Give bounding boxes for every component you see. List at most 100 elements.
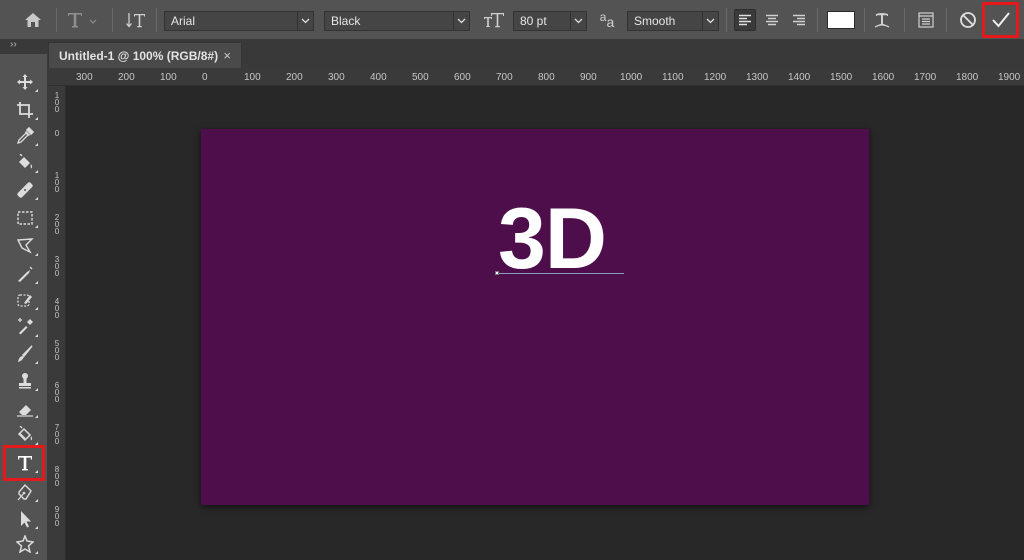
anti-alias-icon: aa <box>596 10 618 30</box>
chevron-down-icon[interactable] <box>297 12 313 30</box>
horizontal-ruler[interactable]: 300 200 100 0 100 200 300 400 500 600 70… <box>48 68 1024 86</box>
ruler-label: 700 <box>54 423 60 446</box>
font-style-value: Black <box>331 14 361 28</box>
move-tool[interactable] <box>12 70 38 94</box>
stamp-icon <box>19 373 31 389</box>
bandage-icon <box>17 182 33 198</box>
custom-shape-tool[interactable] <box>12 532 38 556</box>
ruler-label: 200 <box>54 213 60 236</box>
path-selection-tool[interactable] <box>12 507 38 531</box>
pen-tool[interactable] <box>12 480 38 504</box>
ruler-label: 500 <box>54 339 60 362</box>
ruler-label: 1100 <box>662 72 684 83</box>
text-baseline <box>496 273 624 274</box>
move-icon <box>17 74 33 90</box>
crop-tool[interactable] <box>12 98 38 122</box>
lasso-tool[interactable] <box>12 234 38 258</box>
eyedropper-icon <box>16 127 34 145</box>
toolbar-collapse-toggle[interactable]: ›› <box>0 40 48 54</box>
crop-icon <box>17 102 33 118</box>
align-center-button[interactable] <box>761 9 783 31</box>
anti-alias-value: Smooth <box>634 14 676 28</box>
text-layer[interactable]: 3D <box>498 189 607 289</box>
eraser-tool[interactable] <box>12 396 38 420</box>
commit-highlight-frame <box>982 2 1019 38</box>
eraser-icon <box>17 405 33 417</box>
object-selection-icon <box>17 294 32 307</box>
ruler-label: 600 <box>54 381 60 404</box>
collapse-glyph: ›› <box>10 39 17 50</box>
font-family-select[interactable]: Arial <box>164 11 314 31</box>
font-family-value: Arial <box>171 14 196 28</box>
eyedropper-tool[interactable] <box>12 124 38 148</box>
polygonal-lasso-icon <box>16 238 34 254</box>
chevron-down-icon[interactable] <box>453 12 469 30</box>
align-left-icon <box>739 14 751 26</box>
vertical-ruler[interactable]: 100 0 100 200 300 400 500 600 700 800 90… <box>48 86 66 560</box>
document-canvas[interactable]: 3D <box>201 129 869 505</box>
pen-icon <box>17 483 32 501</box>
ruler-label: 100 <box>54 171 60 194</box>
chevron-down-icon[interactable] <box>570 12 586 30</box>
ruler-label: 200 <box>286 72 303 83</box>
home-icon[interactable] <box>20 9 46 31</box>
tools-panel <box>0 54 48 560</box>
color-sampler-icon <box>18 318 33 335</box>
text-orientation-icon[interactable] <box>124 9 148 31</box>
ruler-label: 900 <box>580 72 597 83</box>
ruler-label: 300 <box>54 255 60 278</box>
anti-alias-select[interactable]: Smooth <box>627 11 719 31</box>
object-selection-tool[interactable] <box>12 288 38 312</box>
quick-selection-icon <box>18 266 33 282</box>
ruler-label: 800 <box>54 465 60 488</box>
text-color-swatch[interactable] <box>827 11 855 29</box>
font-size-select[interactable]: 80 pt <box>513 11 587 31</box>
pen-slant-tool[interactable] <box>12 262 38 286</box>
ruler-label: 900 <box>54 505 60 528</box>
ruler-label: 1900 <box>998 72 1021 83</box>
type-tool-preset-icon[interactable] <box>64 9 100 31</box>
ruler-label: 1700 <box>914 72 937 83</box>
warp-text-icon[interactable] <box>870 9 894 31</box>
ruler-label: 100 <box>244 72 261 83</box>
paint-bucket-tool[interactable] <box>12 151 38 175</box>
clone-stamp-tool[interactable] <box>12 369 38 393</box>
font-style-select[interactable]: Black <box>324 11 470 31</box>
color-sampler-tool[interactable] <box>12 315 38 339</box>
ruler-label: 400 <box>54 297 60 320</box>
ruler-label: 1600 <box>872 72 895 83</box>
ruler-label: 100 <box>160 72 177 83</box>
marquee-tool[interactable] <box>12 206 38 230</box>
text-anchor-point[interactable] <box>495 271 499 275</box>
align-right-button[interactable] <box>788 9 810 31</box>
brush-tool[interactable] <box>12 342 38 366</box>
healing-brush-tool[interactable] <box>12 178 38 202</box>
close-icon[interactable]: × <box>223 48 231 63</box>
font-size-icon <box>482 9 506 31</box>
brush-icon <box>18 345 33 362</box>
photoshop-window: Arial Black 80 pt aa Smooth ›› Untitled-… <box>0 0 1024 560</box>
cancel-edits-icon[interactable] <box>956 9 980 31</box>
arrow-cursor-icon <box>21 511 31 528</box>
paint-bucket-icon <box>19 154 33 169</box>
ruler-label: 800 <box>538 72 555 83</box>
ruler-label: 0 <box>54 129 60 138</box>
align-center-icon <box>766 14 778 26</box>
ruler-label: 1200 <box>704 72 727 83</box>
chevron-down-icon[interactable] <box>702 12 718 30</box>
ruler-label: 400 <box>370 72 387 83</box>
ruler-label: 1500 <box>830 72 853 83</box>
document-tab[interactable]: Untitled-1 @ 100% (RGB/8#) × <box>48 42 242 68</box>
gradient-tool[interactable] <box>12 423 38 447</box>
ruler-label: 700 <box>496 72 513 83</box>
align-left-button[interactable] <box>734 9 756 31</box>
ruler-label: 100 <box>54 91 60 114</box>
character-panel-icon[interactable] <box>914 9 938 31</box>
ruler-label: 1400 <box>788 72 811 83</box>
ruler-label: 600 <box>454 72 471 83</box>
ruler-label: 1300 <box>746 72 769 83</box>
ruler-label: 0 <box>202 72 208 83</box>
options-bar: Arial Black 80 pt aa Smooth <box>0 0 1024 40</box>
paint-bucket-gradient-icon <box>17 426 33 442</box>
ruler-label: 200 <box>118 72 135 83</box>
